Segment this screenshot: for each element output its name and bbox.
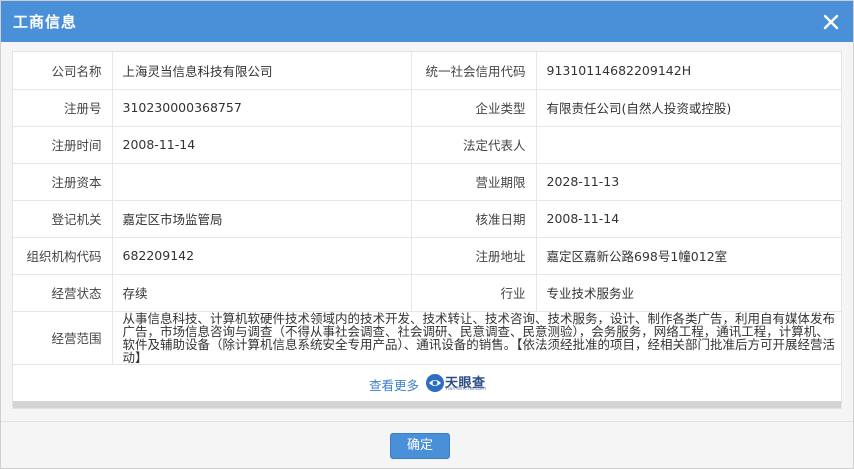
table-row: 经营状态 存续 行业 专业技术服务业 (13, 274, 841, 312)
dialog-title: 工商信息 (13, 13, 78, 31)
field-label: 营业期限 (411, 163, 537, 201)
field-value: 嘉定区嘉新公路698号1幢012室 (536, 237, 841, 275)
field-value: 有限责任公司(自然人投资或控股) (536, 89, 841, 127)
close-icon (823, 14, 839, 30)
close-button[interactable] (821, 12, 841, 32)
field-value (112, 163, 412, 201)
table-row: 登记机关 嘉定区市场监管局 核准日期 2008-11-14 (13, 200, 841, 238)
field-value: 2008-11-14 (112, 126, 412, 164)
field-value: 专业技术服务业 (536, 274, 841, 312)
field-value: 嘉定区市场监管局 (112, 200, 412, 238)
field-value: 91310114682209142H (536, 52, 841, 90)
table-row-scope: 经营范围 从事信息科技、计算机软硬件技术领域内的技术开发、技术转让、技术咨询、技… (13, 311, 841, 365)
field-label: 经营状态 (13, 274, 113, 312)
field-label: 经营范围 (13, 311, 113, 365)
field-value: 2028-11-13 (536, 163, 841, 201)
field-label: 行业 (411, 274, 537, 312)
eye-logo-icon (426, 374, 444, 392)
field-label: 企业类型 (411, 89, 537, 127)
table-row: 公司名称 上海灵当信息科技有限公司 统一社会信用代码 9131011468220914… (13, 52, 841, 90)
field-value: 2008-11-14 (536, 200, 841, 238)
table-row: 组织机构代码 682209142 注册地址 嘉定区嘉新公路698号1幢012室 (13, 237, 841, 275)
field-label: 法定代表人 (411, 126, 537, 164)
field-label: 登记机关 (13, 200, 113, 238)
business-info-dialog: 工商信息 公司名称 上海灵当信息科技有限公司 统一社会信用代码 91310114682… (0, 0, 854, 469)
logo-subtext: TianYanCha.com (445, 386, 487, 392)
field-value: 682209142 (112, 237, 412, 275)
field-value (536, 126, 841, 164)
footer-divider (1, 421, 853, 422)
field-value: 上海灵当信息科技有限公司 (112, 52, 412, 90)
field-value: 存续 (112, 274, 412, 312)
view-more-row: 查看更多 天眼查 TianYanCha.com (13, 365, 841, 401)
business-scope-value: 从事信息科技、计算机软硬件技术领域内的技术开发、技术转让、技术咨询、技术服务，设… (112, 311, 841, 365)
table-row: 注册号 310230000368757 企业类型 有限责任公司(自然人投资或控股) (13, 89, 841, 127)
field-label: 公司名称 (13, 52, 113, 90)
horizontal-scrollbar[interactable] (13, 401, 841, 408)
field-label: 核准日期 (411, 200, 537, 238)
tianyancha-logo: 天眼查 TianYanCha.com (425, 371, 495, 395)
view-more-link[interactable]: 查看更多 (369, 375, 419, 394)
field-value: 310230000368757 (112, 89, 412, 127)
table-row: 注册资本 营业期限 2028-11-13 (13, 163, 841, 201)
field-label: 注册地址 (411, 237, 537, 275)
field-label: 注册时间 (13, 126, 113, 164)
table-row: 注册时间 2008-11-14 法定代表人 (13, 126, 841, 164)
confirm-button[interactable]: 确定 (390, 433, 450, 459)
info-panel: 公司名称 上海灵当信息科技有限公司 统一社会信用代码 9131011468220914… (12, 51, 842, 409)
dialog-titlebar: 工商信息 (1, 1, 853, 42)
field-label: 注册资本 (13, 163, 113, 201)
field-label: 统一社会信用代码 (411, 52, 537, 90)
info-table: 公司名称 上海灵当信息科技有限公司 统一社会信用代码 9131011468220914… (13, 52, 841, 365)
field-label: 注册号 (13, 89, 113, 127)
field-label: 组织机构代码 (13, 237, 113, 275)
